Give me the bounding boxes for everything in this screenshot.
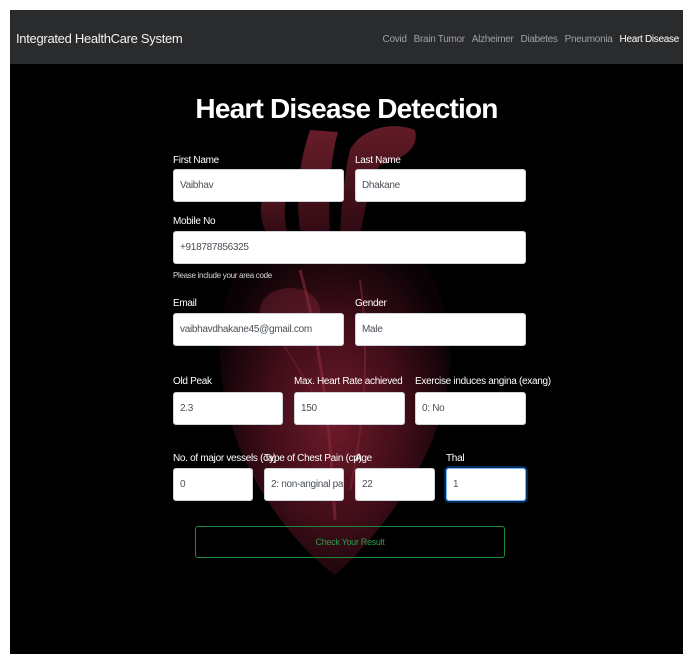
exang-label: Exercise induces angina (exang)	[415, 376, 551, 387]
cp-label: Type of Chest Pain (cp)	[264, 453, 362, 464]
navbar: Integrated HealthCare System Covid Brain…	[10, 10, 683, 64]
app-window: Integrated HealthCare System Covid Brain…	[10, 10, 683, 654]
nav-link-heart-disease[interactable]: Heart Disease	[620, 34, 680, 45]
ca-input[interactable]	[173, 468, 253, 501]
nav-link-diabetes[interactable]: Diabetes	[521, 34, 558, 45]
last-name-input[interactable]	[355, 169, 526, 202]
gender-label: Gender	[355, 298, 387, 309]
old-peak-input[interactable]	[173, 392, 283, 425]
max-heart-rate-label: Max. Heart Rate achieved	[294, 376, 403, 387]
nav-link-covid[interactable]: Covid	[383, 34, 407, 45]
thal-input[interactable]	[446, 468, 526, 501]
gender-input[interactable]	[355, 313, 526, 346]
age-input[interactable]	[355, 468, 435, 501]
email-label: Email	[173, 298, 197, 309]
last-name-label: Last Name	[355, 155, 401, 166]
nav-links: Covid Brain Tumor Alzheimer Diabetes Pne…	[383, 34, 680, 45]
exang-select[interactable]	[415, 392, 526, 425]
thal-label: Thal	[446, 453, 465, 464]
cp-select[interactable]	[264, 468, 344, 501]
check-result-button[interactable]: Check Your Result	[195, 526, 505, 558]
first-name-label: First Name	[173, 155, 219, 166]
page-title: Heart Disease Detection	[195, 93, 498, 124]
nav-link-alzheimer[interactable]: Alzheimer	[472, 34, 514, 45]
mobile-help-text: Please include your area code	[173, 271, 272, 280]
nav-link-brain-tumor[interactable]: Brain Tumor	[414, 34, 465, 45]
ca-label: No. of major vessels (ca)	[173, 453, 277, 464]
first-name-input[interactable]	[173, 169, 344, 202]
old-peak-label: Old Peak	[173, 376, 212, 387]
age-label: Age	[355, 453, 372, 464]
nav-link-pneumonia[interactable]: Pneumonia	[565, 34, 613, 45]
mobile-label: Mobile No	[173, 216, 216, 227]
email-input[interactable]	[173, 313, 344, 346]
mobile-input[interactable]	[173, 231, 526, 264]
brand-logo-text[interactable]: Integrated HealthCare System	[16, 31, 183, 46]
max-heart-rate-input[interactable]	[294, 392, 405, 425]
